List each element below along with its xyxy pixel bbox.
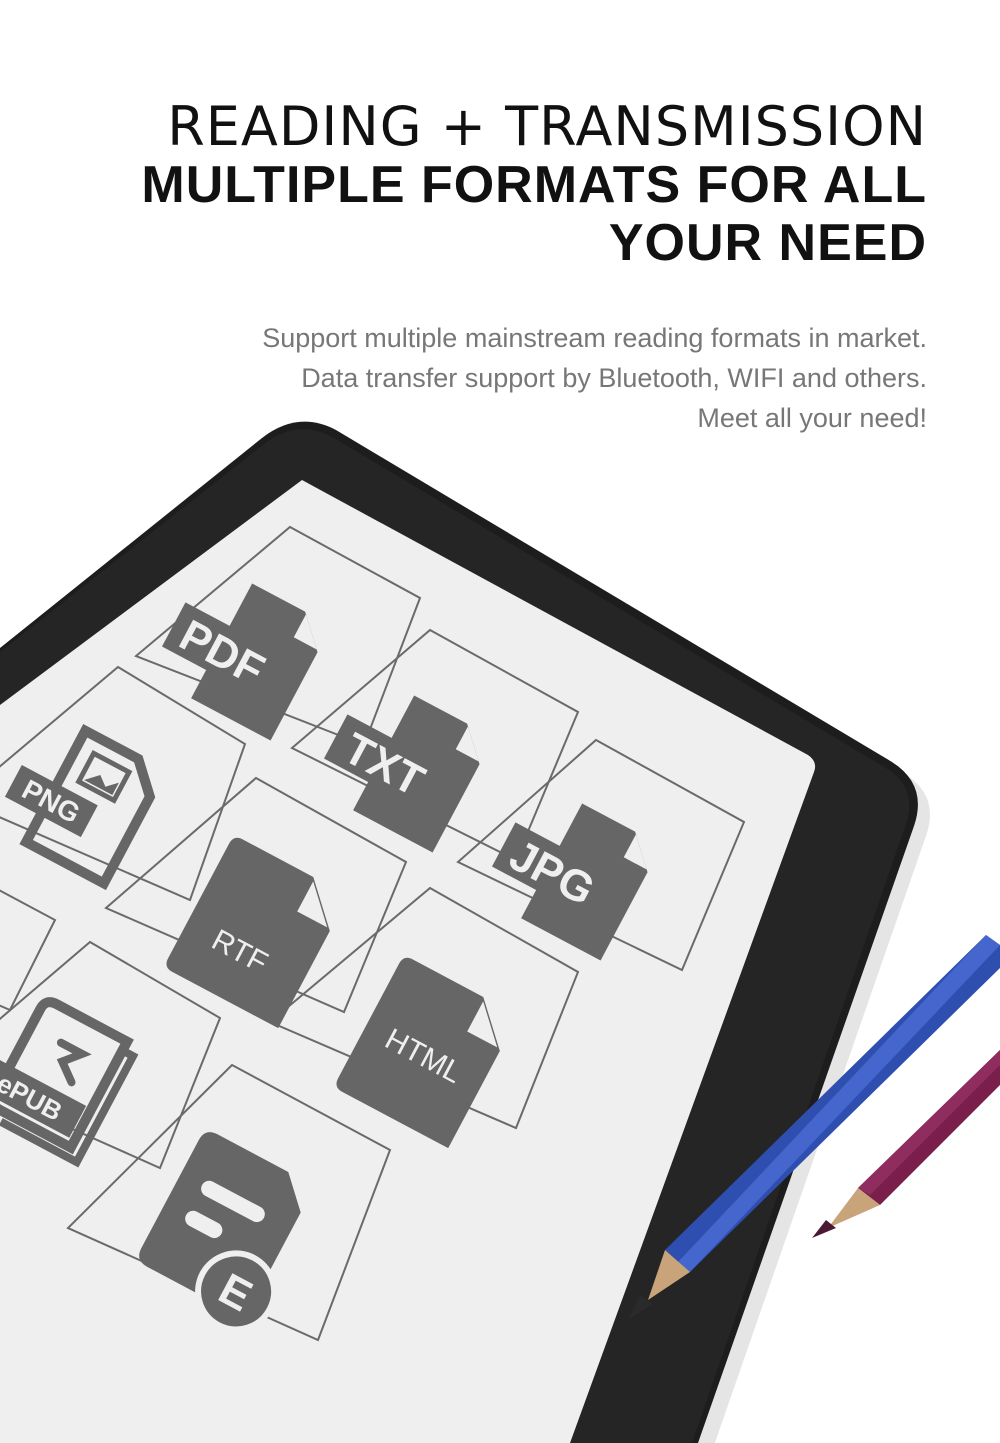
- ereader-device: PDF TXT JPG PNG RTF HTML ePUB E: [0, 421, 918, 1443]
- product-scene: PDF TXT JPG PNG RTF HTML ePUB E: [0, 421, 1000, 1443]
